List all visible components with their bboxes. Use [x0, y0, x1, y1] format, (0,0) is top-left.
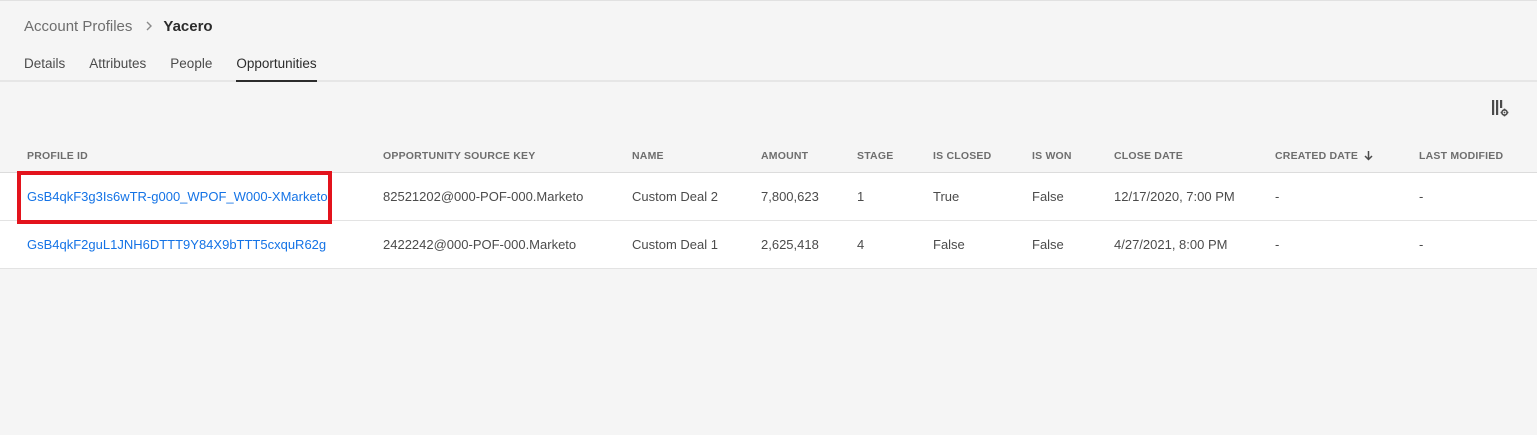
table-row[interactable]: GsB4qkF3g3Is6wTR-g000_WPOF_W000-XMarketo…	[0, 173, 1537, 221]
column-header-created-date[interactable]: CREATED DATE	[1275, 150, 1373, 164]
cell-last-modified: -	[1419, 237, 1424, 252]
column-header-opportunity-source-key[interactable]: OPPORTUNITY SOURCE KEY	[383, 150, 535, 162]
column-header-amount[interactable]: AMOUNT	[761, 150, 808, 162]
cell-amount: 2,625,418	[761, 237, 819, 252]
cell-name: Custom Deal 1	[632, 237, 718, 252]
arrow-down-icon	[1364, 150, 1373, 164]
cell-stage: 1	[857, 189, 865, 204]
column-settings-button[interactable]	[1488, 97, 1512, 119]
opportunities-table: PROFILE ID OPPORTUNITY SOURCE KEY NAME A…	[0, 141, 1537, 269]
cell-name: Custom Deal 2	[632, 189, 718, 204]
cell-is-won: False	[1032, 237, 1064, 252]
column-header-name[interactable]: NAME	[632, 150, 664, 162]
column-header-close-date[interactable]: CLOSE DATE	[1114, 150, 1183, 162]
table-header: PROFILE ID OPPORTUNITY SOURCE KEY NAME A…	[0, 141, 1537, 173]
tab-details[interactable]: Details	[24, 56, 65, 82]
column-header-is-won[interactable]: IS WON	[1032, 150, 1072, 162]
cell-amount: 7,800,623	[761, 189, 819, 204]
column-header-last-modified[interactable]: LAST MODIFIED	[1419, 150, 1503, 162]
cell-is-won: False	[1032, 189, 1064, 204]
tab-list: Details Attributes People Opportunities	[24, 56, 341, 82]
table-body: GsB4qkF3g3Is6wTR-g000_WPOF_W000-XMarketo…	[0, 173, 1537, 269]
tab-attributes[interactable]: Attributes	[89, 56, 146, 82]
breadcrumb-current: Yacero	[163, 17, 213, 35]
cell-created-date: -	[1275, 237, 1280, 252]
profile-id-link[interactable]: GsB4qkF2guL1JNH6DTTT9Y84X9bTTT5cxquR62g	[27, 237, 326, 252]
cell-close-date: 12/17/2020, 7:00 PM	[1114, 189, 1235, 204]
profile-id-link[interactable]: GsB4qkF3g3Is6wTR-g000_WPOF_W000-XMarketo	[27, 189, 328, 204]
tab-people[interactable]: People	[170, 56, 212, 82]
column-header-profile-id[interactable]: PROFILE ID	[27, 150, 88, 162]
column-header-is-closed[interactable]: IS CLOSED	[933, 150, 991, 162]
cell-is-closed: False	[933, 237, 965, 252]
cell-stage: 4	[857, 237, 865, 252]
cell-close-date: 4/27/2021, 8:00 PM	[1114, 237, 1228, 252]
breadcrumb: Account Profiles Yacero	[24, 16, 213, 36]
cell-source-key: 82521202@000-POF-000.Marketo	[383, 189, 584, 204]
column-settings-icon	[1492, 100, 1509, 117]
column-header-created-date-label: CREATED DATE	[1275, 150, 1359, 162]
cell-is-closed: True	[933, 189, 960, 204]
cell-last-modified: -	[1419, 189, 1424, 204]
page-header: Account Profiles Yacero Details Attribut…	[0, 0, 1537, 82]
tab-opportunities[interactable]: Opportunities	[236, 56, 317, 82]
chevron-right-icon	[145, 21, 153, 31]
cell-source-key: 2422242@000-POF-000.Marketo	[383, 237, 577, 252]
cell-created-date: -	[1275, 189, 1280, 204]
column-header-stage[interactable]: STAGE	[857, 150, 893, 162]
breadcrumb-parent[interactable]: Account Profiles	[24, 18, 132, 35]
table-row[interactable]: GsB4qkF2guL1JNH6DTTT9Y84X9bTTT5cxquR62g …	[0, 221, 1537, 269]
